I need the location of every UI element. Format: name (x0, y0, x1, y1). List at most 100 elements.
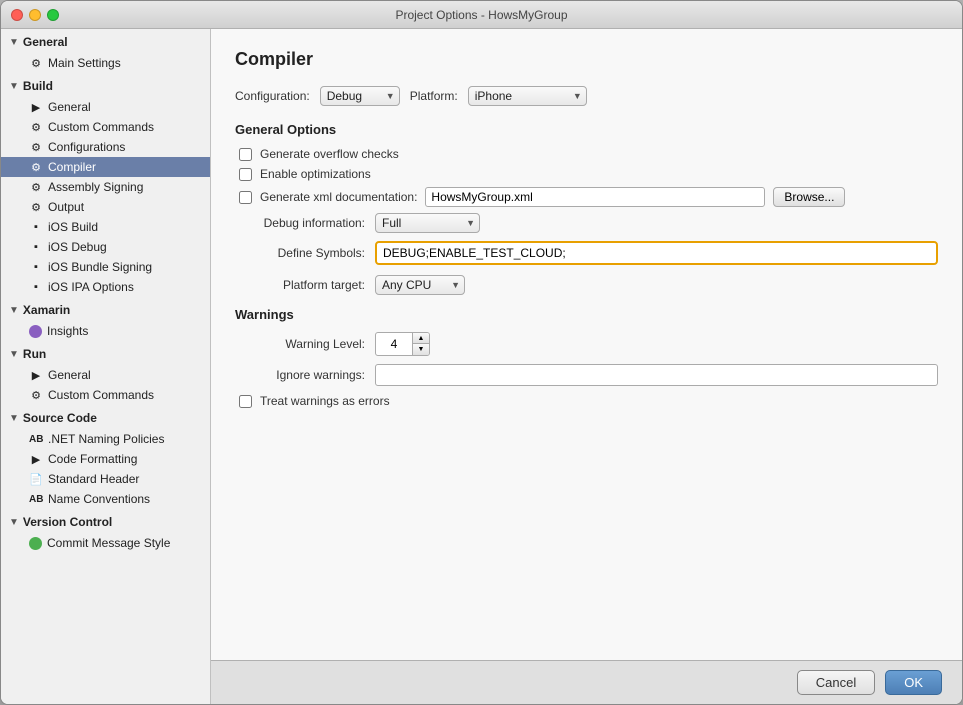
sidebar-section-run-header[interactable]: ▼ Run (1, 343, 210, 365)
sidebar-section-version-control-header[interactable]: ▼ Version Control (1, 511, 210, 533)
sidebar-item-output[interactable]: Output (1, 197, 210, 217)
sidebar-item-code-formatting[interactable]: ▶ Code Formatting (1, 449, 210, 469)
define-symbols-input[interactable] (375, 241, 938, 265)
dash-icon (29, 261, 43, 273)
sidebar-item-configurations[interactable]: Configurations (1, 137, 210, 157)
sidebar-item-ios-bundle-signing[interactable]: iOS Bundle Signing (1, 257, 210, 277)
ignore-warnings-input[interactable] (375, 364, 938, 386)
general-options-header: General Options (235, 122, 938, 137)
maximize-button[interactable] (47, 9, 59, 21)
sidebar-section-xamarin-header[interactable]: ▼ Xamarin (1, 299, 210, 321)
sidebar-section-source-code-header[interactable]: ▼ Source Code (1, 407, 210, 429)
warnings-section: Warnings Warning Level: ▲ ▼ Ignore war (235, 307, 938, 408)
cancel-button[interactable]: Cancel (797, 670, 875, 695)
config-dropdown[interactable]: Debug Release (320, 86, 400, 106)
ignore-warnings-label: Ignore warnings: (235, 368, 365, 382)
sidebar-item-label: Compiler (48, 160, 96, 174)
window-controls (11, 9, 59, 21)
debug-info-label: Debug information: (235, 216, 365, 230)
gear-icon (29, 141, 43, 154)
define-symbols-row: Define Symbols: (235, 241, 938, 265)
enable-optimizations-checkbox[interactable] (239, 168, 252, 181)
sidebar-item-label: iOS Debug (48, 240, 107, 254)
generate-xml-checkbox[interactable] (239, 191, 252, 204)
treat-warnings-checkbox[interactable] (239, 395, 252, 408)
warning-level-input[interactable] (376, 335, 412, 353)
platform-target-dropdown-wrapper: Any CPU x86 x64 ▼ (375, 275, 465, 295)
close-button[interactable] (11, 9, 23, 21)
arrow-down-icon: ▼ (9, 305, 19, 316)
arrow-down-icon: ▼ (9, 81, 19, 92)
ok-button[interactable]: OK (885, 670, 942, 695)
sidebar-section-xamarin: ▼ Xamarin Insights (1, 299, 210, 341)
sidebar-section-xamarin-label: Xamarin (23, 303, 70, 317)
configuration-row: Configuration: Debug Release ▼ Platform:… (235, 86, 938, 106)
sidebar-item-assembly-signing[interactable]: Assembly Signing (1, 177, 210, 197)
stepper-down-button[interactable]: ▼ (413, 344, 429, 355)
debug-info-dropdown[interactable]: Full None Symbols Only (375, 213, 480, 233)
sidebar-item-label: iOS Build (48, 220, 98, 234)
sidebar-item-label: Configurations (48, 140, 125, 154)
page-title: Compiler (235, 49, 938, 70)
sidebar-section-source-code: ▼ Source Code AB .NET Naming Policies ▶ … (1, 407, 210, 509)
sidebar-item-insights[interactable]: Insights (1, 321, 210, 341)
sidebar-item-label: Insights (47, 324, 88, 338)
sidebar-item-label: Main Settings (48, 56, 121, 70)
sidebar-section-general-label: General (23, 35, 68, 49)
window-title: Project Options - HowsMyGroup (395, 8, 567, 22)
sidebar-item-label: iOS Bundle Signing (48, 260, 152, 274)
gear-icon (29, 181, 43, 194)
sidebar-section-run: ▼ Run ▶ General Custom Commands (1, 343, 210, 405)
sidebar-item-build-general[interactable]: ▶ General (1, 97, 210, 117)
generate-overflow-checkbox[interactable] (239, 148, 252, 161)
sidebar-item-ios-debug[interactable]: iOS Debug (1, 237, 210, 257)
sidebar-section-version-control-label: Version Control (23, 515, 112, 529)
sidebar-section-version-control: ▼ Version Control Commit Message Style (1, 511, 210, 553)
sidebar-section-general-header[interactable]: ▼ General (1, 31, 210, 53)
sidebar-item-label: General (48, 368, 91, 382)
sidebar: ▼ General Main Settings ▼ Build ▶ Genera… (1, 29, 211, 704)
sidebar-item-net-naming[interactable]: AB .NET Naming Policies (1, 429, 210, 449)
arrow-down-icon: ▼ (9, 37, 19, 48)
arrow-right-icon: ▶ (29, 453, 43, 466)
platform-dropdown[interactable]: iPhone iPhoneSimulator Any CPU (468, 86, 587, 106)
sidebar-item-name-conventions[interactable]: AB Name Conventions (1, 489, 210, 509)
gear-icon (29, 201, 43, 214)
content-area: ▼ General Main Settings ▼ Build ▶ Genera… (1, 29, 962, 704)
xml-doc-input[interactable] (425, 187, 765, 207)
sidebar-item-main-settings[interactable]: Main Settings (1, 53, 210, 73)
browse-button[interactable]: Browse... (773, 187, 845, 207)
sidebar-item-label: Code Formatting (48, 452, 137, 466)
sidebar-item-ios-build[interactable]: iOS Build (1, 217, 210, 237)
sidebar-item-ios-ipa-options[interactable]: iOS IPA Options (1, 277, 210, 297)
window: Project Options - HowsMyGroup ▼ General … (0, 0, 963, 705)
generate-overflow-row: Generate overflow checks (235, 147, 938, 161)
sidebar-item-run-general[interactable]: ▶ General (1, 365, 210, 385)
sidebar-item-run-custom-commands[interactable]: Custom Commands (1, 385, 210, 405)
treat-warnings-label: Treat warnings as errors (260, 394, 390, 408)
generate-xml-label: Generate xml documentation: (260, 190, 417, 204)
sidebar-item-custom-commands[interactable]: Custom Commands (1, 117, 210, 137)
sidebar-item-compiler[interactable]: Compiler (1, 157, 210, 177)
main-content: Compiler Configuration: Debug Release ▼ … (211, 29, 962, 660)
insight-icon (29, 325, 42, 338)
sidebar-section-build-header[interactable]: ▼ Build (1, 75, 210, 97)
arrow-right-icon: ▶ (29, 369, 43, 382)
generate-overflow-label: Generate overflow checks (260, 147, 399, 161)
sidebar-item-label: General (48, 100, 91, 114)
main-panel: Compiler Configuration: Debug Release ▼ … (211, 29, 962, 704)
sidebar-item-commit-message[interactable]: Commit Message Style (1, 533, 210, 553)
sidebar-item-standard-header[interactable]: 📄 Standard Header (1, 469, 210, 489)
stepper-up-button[interactable]: ▲ (413, 333, 429, 344)
config-dropdown-wrapper: Debug Release ▼ (320, 86, 400, 106)
gear-icon (29, 389, 43, 402)
platform-dropdown-wrapper: iPhone iPhoneSimulator Any CPU ▼ (468, 86, 587, 106)
warning-level-label: Warning Level: (235, 337, 365, 351)
config-label: Configuration: (235, 89, 310, 103)
sidebar-section-source-code-label: Source Code (23, 411, 97, 425)
enable-optimizations-label: Enable optimizations (260, 167, 371, 181)
ignore-warnings-row: Ignore warnings: (235, 364, 938, 386)
minimize-button[interactable] (29, 9, 41, 21)
platform-target-dropdown[interactable]: Any CPU x86 x64 (375, 275, 465, 295)
treat-warnings-row: Treat warnings as errors (239, 394, 938, 408)
